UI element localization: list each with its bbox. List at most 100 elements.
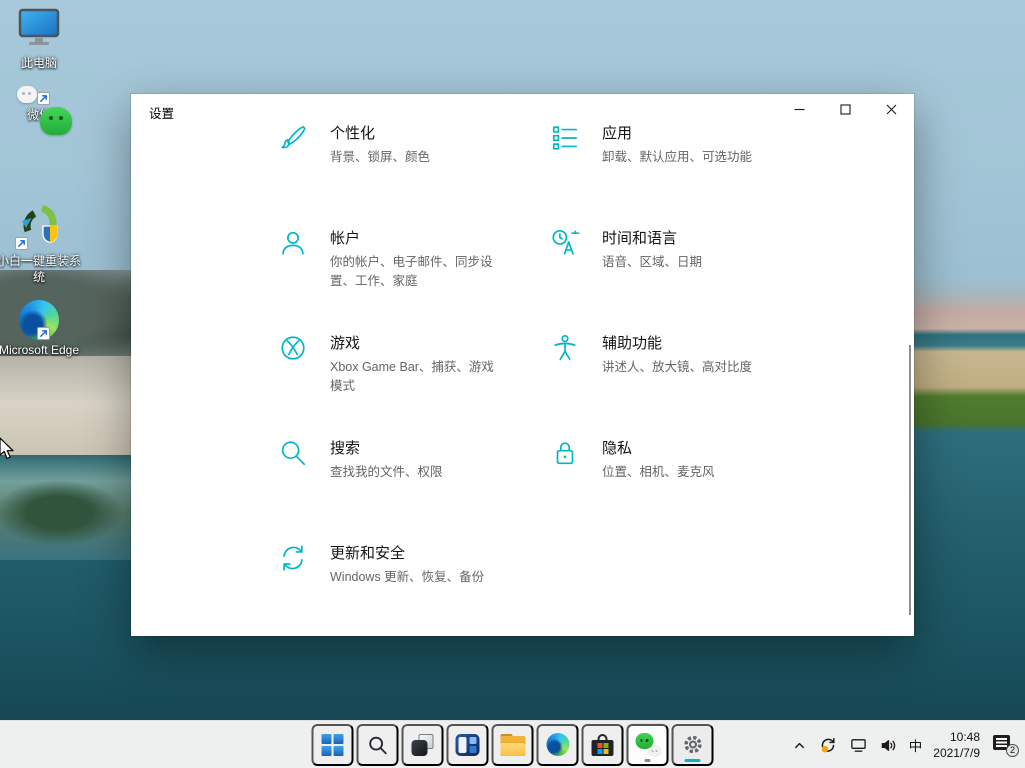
settings-gear-icon [681, 733, 704, 756]
category-title: 时间和语言 [602, 227, 702, 248]
category-title: 个性化 [330, 122, 430, 143]
edge-icon [546, 733, 569, 756]
category-subtitle: 背景、锁屏、颜色 [330, 148, 430, 167]
file-explorer-icon [500, 734, 525, 756]
taskbar-edge-button[interactable] [537, 724, 579, 766]
tray-chevron-button[interactable] [791, 737, 808, 754]
ease-of-access-icon [550, 333, 580, 368]
settings-category-update-security[interactable]: 更新和安全 Windows 更新、恢复、备份 [278, 542, 550, 647]
taskbar-task-view-button[interactable] [402, 724, 444, 766]
settings-category-apps[interactable]: 应用 卸载、默认应用、可选功能 [550, 122, 822, 227]
window-title: 设置 [149, 103, 174, 122]
edge-icon [0, 300, 82, 340]
category-subtitle: Xbox Game Bar、捕获、游戏模式 [330, 358, 506, 397]
gaming-icon [278, 333, 308, 368]
settings-category-personalization[interactable]: 个性化 背景、锁屏、颜色 [278, 122, 550, 227]
accounts-icon [278, 228, 308, 263]
category-title: 应用 [602, 122, 752, 143]
category-subtitle: Windows 更新、恢复、备份 [330, 568, 484, 587]
settings-category-accounts[interactable]: 帐户 你的帐户、电子邮件、同步设置、工作、家庭 [278, 227, 550, 332]
category-title: 辅助功能 [602, 332, 752, 353]
ime-indicator[interactable]: 中 [908, 733, 924, 757]
settings-category-search[interactable]: 搜索 查找我的文件、权限 [278, 437, 550, 542]
tray-sync-button[interactable] [817, 734, 839, 756]
category-subtitle: 语音、区域、日期 [602, 253, 702, 272]
category-subtitle: 查找我的文件、权限 [330, 463, 443, 482]
privacy-icon [550, 438, 580, 473]
maximize-icon [840, 104, 851, 115]
category-subtitle: 讲述人、放大镜、高对比度 [602, 358, 752, 377]
taskbar-app-icons [310, 724, 715, 766]
category-title: 隐私 [602, 437, 715, 458]
task-view-icon [411, 733, 435, 757]
category-text: 个性化 背景、锁屏、颜色 [330, 122, 430, 167]
wechat-small-bubble-icon [17, 86, 37, 103]
taskbar-search-button[interactable] [357, 724, 399, 766]
scrollbar-thumb[interactable] [909, 345, 912, 615]
category-text: 搜索 查找我的文件、权限 [330, 437, 443, 482]
taskbar-widgets-button[interactable] [447, 724, 489, 766]
desktop-icon-wechat[interactable]: 微信 [0, 105, 82, 124]
search-icon [278, 438, 308, 473]
category-title: 游戏 [330, 332, 506, 353]
search-icon [367, 734, 389, 756]
close-button[interactable] [868, 94, 914, 124]
shortcut-arrow-icon [37, 92, 50, 105]
taskbar-file-explorer-button[interactable] [492, 724, 534, 766]
taskbar-wechat-button[interactable] [627, 724, 669, 766]
wechat-icon [635, 733, 660, 756]
time-language-icon [550, 228, 580, 263]
category-title: 更新和安全 [330, 542, 484, 563]
minimize-button[interactable] [776, 94, 822, 124]
this-pc-icon [16, 35, 62, 52]
taskbar-settings-button[interactable] [672, 724, 714, 766]
desktop-icon-list: 此电脑 微信 小白一键重装系统 Microsoft Edge [0, 0, 96, 600]
start-icon [322, 734, 344, 756]
widgets-icon [456, 734, 480, 756]
tray-volume-button[interactable] [878, 735, 899, 756]
window-controls [776, 94, 914, 124]
maximize-button[interactable] [822, 94, 868, 124]
sync-alert-icon [819, 736, 837, 754]
desktop-icon-edge[interactable]: Microsoft Edge [0, 299, 82, 359]
settings-category-gaming[interactable]: 游戏 Xbox Game Bar、捕获、游戏模式 [278, 332, 550, 437]
settings-window: 设置 个性化 背景、锁屏、颜色 应用 卸载、默认应用、可选功能 [131, 94, 914, 636]
desktop-icon-label: 此电脑 [0, 56, 82, 72]
microsoft-store-icon [592, 734, 614, 756]
category-text: 游戏 Xbox Game Bar、捕获、游戏模式 [330, 332, 506, 397]
tray-time: 10:48 [933, 729, 980, 745]
category-text: 应用 卸载、默认应用、可选功能 [602, 122, 752, 167]
notification-center-button[interactable]: 2 [993, 735, 1019, 756]
taskbar-store-button[interactable] [582, 724, 624, 766]
notification-badge: 2 [1006, 744, 1019, 757]
personalization-icon [278, 123, 308, 158]
monitor-icon [16, 8, 62, 48]
settings-category-privacy[interactable]: 隐私 位置、相机、麦克风 [550, 437, 822, 542]
shortcut-arrow-icon [37, 327, 50, 340]
speaker-icon [880, 737, 897, 754]
wechat-bubble-icon [40, 107, 72, 135]
chevron-up-icon [793, 739, 806, 752]
tray-network-button[interactable] [848, 735, 869, 756]
taskbar: 中 10:48 2021/7/9 2 [0, 720, 1025, 768]
category-subtitle: 卸载、默认应用、可选功能 [602, 148, 752, 167]
desktop-icon-reinstall[interactable]: 小白一键重装系统 [0, 202, 82, 285]
minimize-icon [794, 104, 805, 115]
settings-category-grid: 个性化 背景、锁屏、颜色 应用 卸载、默认应用、可选功能 帐户 你的帐户、电子邮… [278, 122, 822, 647]
settings-category-time-language[interactable]: 时间和语言 语音、区域、日期 [550, 227, 822, 332]
settings-category-ease-of-access[interactable]: 辅助功能 讲述人、放大镜、高对比度 [550, 332, 822, 437]
system-tray: 中 10:48 2021/7/9 2 [791, 721, 1019, 768]
category-text: 辅助功能 讲述人、放大镜、高对比度 [602, 332, 752, 377]
tray-clock[interactable]: 10:48 2021/7/9 [933, 729, 980, 761]
desktop-icon-this-pc[interactable]: 此电脑 [0, 8, 82, 72]
category-text: 帐户 你的帐户、电子邮件、同步设置、工作、家庭 [330, 227, 506, 292]
category-text: 更新和安全 Windows 更新、恢复、备份 [330, 542, 484, 587]
shortcut-arrow-icon [15, 237, 28, 250]
category-subtitle: 你的帐户、电子邮件、同步设置、工作、家庭 [330, 253, 506, 292]
category-text: 隐私 位置、相机、麦克风 [602, 437, 715, 482]
apps-icon [550, 123, 580, 158]
reinstall-icon [17, 233, 61, 250]
category-title: 搜索 [330, 437, 443, 458]
taskbar-start-button[interactable] [312, 724, 354, 766]
tray-date: 2021/7/9 [933, 745, 980, 761]
